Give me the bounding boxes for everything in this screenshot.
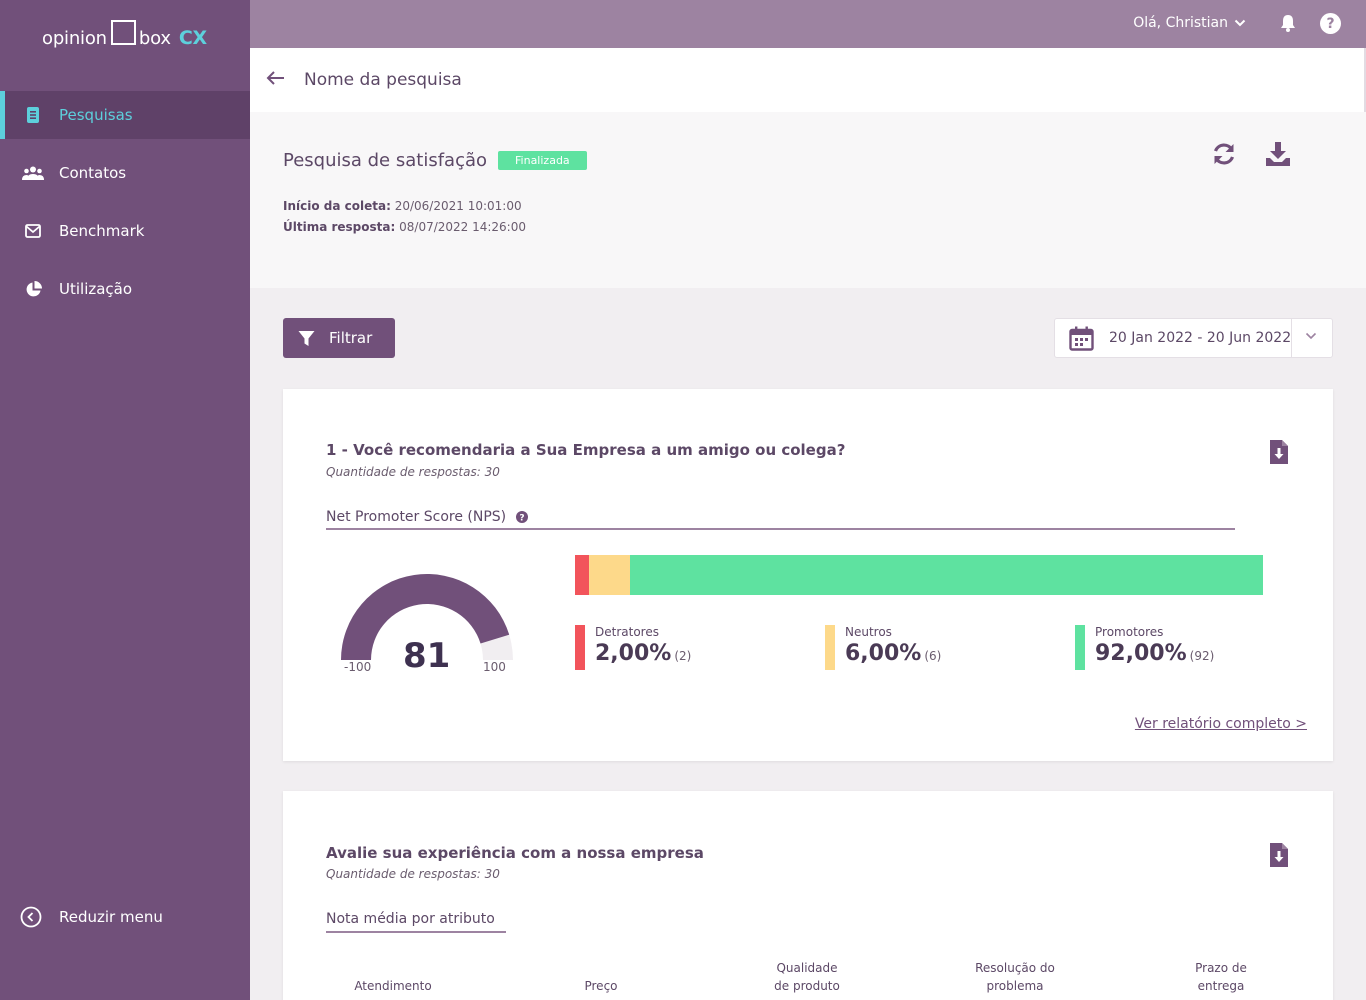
refresh-icon[interactable] [1210, 140, 1238, 172]
neutrals-color-bar [825, 625, 835, 670]
sidebar: opinion box CX Pesquisas Contatos Benchm… [0, 0, 250, 1000]
top-bar: Olá, Christian ? [250, 0, 1366, 48]
download-file-icon[interactable] [1269, 842, 1289, 872]
sidebar-item-pesquisas[interactable]: Pesquisas [0, 91, 250, 139]
neutrals-label: Neutros [845, 625, 892, 639]
tab-average-score-label: Nota média por atributo [326, 911, 495, 927]
download-file-icon[interactable] [1269, 439, 1289, 469]
back-arrow-icon[interactable] [266, 70, 286, 90]
attribute-label-atendimento: Atendimento [354, 979, 432, 993]
gauge-min-label: -100 [344, 660, 372, 674]
nps-question-card: 1 - Você recomendaria a Sua Empresa a um… [283, 389, 1333, 761]
info-icon[interactable]: ? [516, 511, 529, 524]
promoters-label: Promotores [1095, 625, 1164, 639]
chevron-down-icon [1234, 19, 1246, 27]
users-icon [22, 162, 44, 184]
start-value: 20/06/2021 10:01:00 [394, 199, 522, 213]
tab-average-score[interactable]: Nota média por atributo [326, 911, 495, 927]
attribute-label-preco: Preço [584, 979, 618, 993]
attribute-question-card: Avalie sua experiência com a nossa empre… [283, 791, 1333, 1000]
attribute-label-prazo: Prazo de entrega [1195, 961, 1247, 993]
tab-underline [326, 528, 1235, 530]
neutrals-legend: Neutros 6,00% (6) [825, 625, 941, 670]
chevron-left-circle-icon [20, 906, 42, 928]
tab-underline [326, 931, 506, 933]
question-title: 1 - Você recomendaria a Sua Empresa a um… [326, 441, 846, 459]
date-divider [1291, 319, 1292, 357]
promoters-percent: 92,00% [1095, 641, 1187, 666]
response-count: Quantidade de respostas: 30 [326, 867, 500, 881]
last-response-label: Última resposta: [283, 220, 396, 234]
attribute-label-qualidade: Qualidade de produto [774, 961, 840, 993]
opinion-box-logo[interactable]: opinion box CX [42, 18, 207, 58]
status-badge: Finalizada [498, 151, 587, 170]
detractors-percent: 2,00% [595, 641, 672, 666]
detractors-count: (2) [674, 649, 692, 663]
filter-icon [298, 330, 315, 346]
user-menu[interactable]: Olá, Christian [1133, 15, 1246, 31]
date-range-value: 20 Jan 2022 - 20 Jun 2022 [1109, 330, 1292, 346]
detractors-label: Detratores [595, 625, 659, 639]
survey-meta: Início da coleta: 20/06/2021 10:01:00 Úl… [283, 196, 526, 238]
promoters-segment [630, 555, 1263, 595]
help-icon[interactable]: ? [1320, 13, 1341, 34]
chevron-down-icon[interactable] [1305, 332, 1317, 340]
survey-name: Pesquisa de satisfação [283, 150, 488, 171]
response-count: Quantidade de respostas: 30 [326, 465, 500, 479]
collapse-menu-button[interactable]: Reduzir menu [20, 906, 163, 928]
question-title: Avalie sua experiência com a nossa empre… [326, 844, 704, 862]
tab-nps[interactable]: Net Promoter Score (NPS) ? [326, 509, 529, 525]
survey-title: Pesquisa de satisfação Finalizada [283, 150, 587, 171]
filter-label: Filtrar [329, 329, 373, 347]
download-icon[interactable] [1265, 140, 1291, 172]
full-report-link[interactable]: Ver relatório completo > [1135, 716, 1307, 732]
logo-square-icon [110, 19, 136, 45]
collapse-menu-label: Reduzir menu [59, 908, 163, 926]
date-range-picker[interactable]: 20 Jan 2022 - 20 Jun 2022 [1054, 318, 1333, 358]
last-response-value: 08/07/2022 14:26:00 [399, 220, 526, 234]
breadcrumb: Nome da pesquisa [250, 48, 1366, 112]
survey-header: Pesquisa de satisfação Finalizada Início… [250, 112, 1366, 288]
nps-stacked-bar [575, 555, 1263, 595]
envelope-icon [22, 220, 44, 242]
gauge-max-label: 100 [483, 660, 506, 674]
attribute-label-resolucao: Resolução do problema [975, 961, 1055, 993]
logo-text-opinion: opinion [42, 27, 107, 49]
neutrals-percent: 6,00% [845, 641, 922, 666]
neutrals-count: (6) [924, 649, 942, 663]
sidebar-item-label: Contatos [59, 164, 127, 182]
sidebar-item-label: Utilização [59, 280, 133, 298]
calendar-icon [1069, 326, 1094, 351]
sidebar-nav: Pesquisas Contatos Benchmark Utilização [0, 91, 250, 323]
sidebar-item-utilizacao[interactable]: Utilização [0, 265, 250, 313]
sidebar-item-label: Pesquisas [59, 106, 133, 124]
detractors-color-bar [575, 625, 585, 670]
sidebar-item-contatos[interactable]: Contatos [0, 149, 250, 197]
bell-icon[interactable] [1280, 14, 1296, 36]
logo-text-box: box [138, 27, 171, 49]
logo-text-cx: CX [178, 27, 208, 49]
sidebar-item-benchmark[interactable]: Benchmark [0, 207, 250, 255]
user-greeting: Olá, Christian [1133, 15, 1228, 31]
detractors-segment [575, 555, 589, 595]
svg-text:?: ? [520, 514, 525, 524]
pie-chart-icon [22, 278, 44, 300]
filter-button[interactable]: Filtrar [283, 318, 395, 358]
promoters-legend: Promotores 92,00% (92) [1075, 625, 1214, 670]
neutrals-segment [588, 555, 631, 595]
page-title: Nome da pesquisa [304, 70, 462, 90]
document-icon [22, 104, 44, 126]
nps-score: 81 [403, 636, 451, 676]
detractors-legend: Detratores 2,00% (2) [575, 625, 691, 670]
tab-nps-label: Net Promoter Score (NPS) [326, 509, 507, 525]
promoters-count: (92) [1189, 649, 1215, 663]
sidebar-item-label: Benchmark [59, 222, 145, 240]
promoters-color-bar [1075, 625, 1085, 670]
start-label: Início da coleta: [283, 199, 391, 213]
